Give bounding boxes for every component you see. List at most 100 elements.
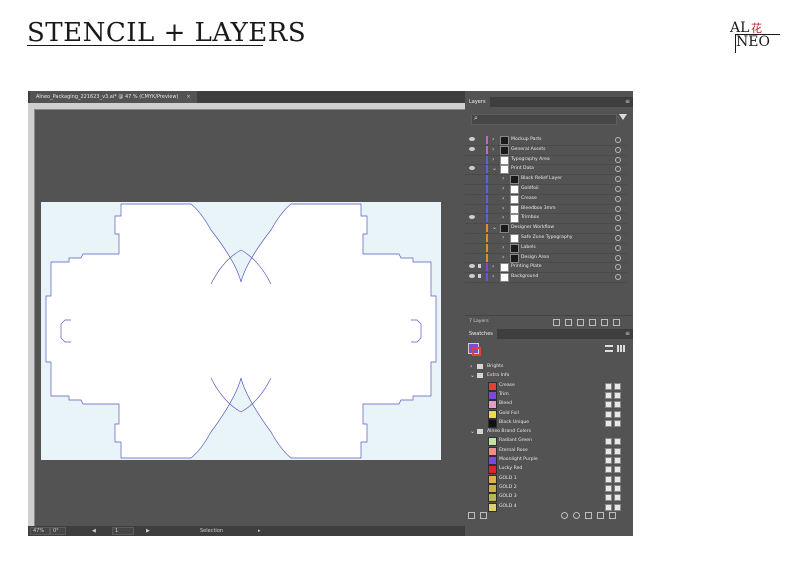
new-color-group-icon[interactable]	[585, 512, 592, 519]
artboard[interactable]	[41, 202, 441, 460]
swatches-menu-icon[interactable]: ≡	[625, 330, 630, 337]
delete-layer-icon[interactable]	[613, 319, 620, 326]
target-circle-icon[interactable]	[615, 146, 621, 153]
horizontal-ruler[interactable]	[28, 103, 465, 110]
swatch-row[interactable]: Moonlight Purple	[465, 455, 625, 465]
layer-search-input[interactable]: ⌕	[471, 114, 617, 125]
swatch-options-icon[interactable]	[573, 512, 580, 519]
expand-chevron-icon[interactable]: ›	[502, 253, 504, 263]
layer-name[interactable]: Design Area	[521, 253, 549, 263]
swatch-row[interactable]: GOLD 3	[465, 492, 625, 503]
target-circle-icon[interactable]	[615, 186, 621, 192]
target-circle-icon[interactable]	[615, 225, 621, 232]
visibility-eye-icon[interactable]	[469, 215, 475, 220]
expand-chevron-icon[interactable]: ›	[502, 174, 504, 184]
target-circle-icon[interactable]	[615, 274, 621, 281]
expand-chevron-icon[interactable]: ›	[470, 362, 472, 371]
swatch-row[interactable]: Radiant Green	[465, 436, 625, 447]
artboard-number-field[interactable]: 1	[112, 527, 134, 535]
status-menu-icon[interactable]: ▸	[258, 526, 261, 536]
expand-chevron-icon[interactable]: ›	[502, 204, 504, 214]
new-sublayer-icon[interactable]	[577, 319, 584, 326]
prev-artboard-icon[interactable]: ◀	[92, 526, 98, 536]
layer-name[interactable]: Designer Workflow	[511, 223, 554, 233]
new-layer-icon[interactable]	[589, 319, 596, 326]
place-swatches-icon[interactable]	[480, 512, 487, 519]
lock-icon[interactable]	[478, 264, 481, 269]
swatch-row[interactable]: GOLD 1	[465, 474, 625, 484]
collect-for-export-icon[interactable]	[601, 319, 608, 326]
target-circle-icon[interactable]	[615, 176, 621, 183]
layer-name[interactable]: Print Data	[511, 164, 534, 174]
target-circle-icon[interactable]	[615, 156, 621, 163]
layer-row[interactable]: › Background	[465, 272, 627, 283]
delete-swatch-icon[interactable]	[609, 512, 616, 519]
expand-chevron-icon[interactable]: ›	[492, 135, 494, 145]
vertical-ruler[interactable]	[28, 109, 35, 526]
expand-chevron-icon[interactable]: ⌄	[492, 164, 497, 174]
swatch-row[interactable]: Lucky Red	[465, 464, 625, 475]
target-circle-icon[interactable]	[615, 235, 621, 241]
expand-chevron-icon[interactable]: ⌄	[492, 223, 497, 233]
locate-object-icon[interactable]	[553, 319, 560, 326]
visibility-eye-icon[interactable]	[469, 137, 475, 141]
expand-chevron-icon[interactable]: ›	[502, 233, 504, 243]
layer-name[interactable]: Bleedbox 3mm	[521, 204, 556, 214]
layer-name[interactable]: General Assets	[511, 145, 546, 155]
expand-chevron-icon[interactable]: ›	[492, 155, 494, 165]
layer-name[interactable]: Mockup Parts	[511, 135, 542, 145]
layer-name[interactable]: Safe Zone Typography	[521, 233, 573, 243]
swatches-tab[interactable]: Swatches	[465, 329, 497, 339]
visibility-eye-icon[interactable]	[469, 146, 475, 151]
layer-name[interactable]: Black Relief Layer	[521, 174, 562, 184]
layer-name[interactable]: Trimbox	[521, 213, 539, 223]
next-artboard-icon[interactable]: ▶	[146, 526, 150, 536]
expand-chevron-icon[interactable]: ›	[502, 194, 504, 204]
swatch-row[interactable]: GOLD 2	[465, 483, 625, 493]
stroke-swatch[interactable]	[472, 347, 481, 356]
target-circle-icon[interactable]	[615, 137, 621, 143]
list-view-icon[interactable]	[605, 345, 613, 352]
visibility-eye-icon[interactable]	[469, 264, 475, 269]
layer-name[interactable]: Labels	[521, 243, 536, 253]
packaging-dieline[interactable]	[41, 202, 441, 460]
swatch-group-row[interactable]: ⌄ Alneo Brand Colors	[465, 427, 625, 436]
close-tab-icon[interactable]: ×	[186, 94, 190, 100]
target-circle-icon[interactable]	[615, 264, 621, 271]
swatch-group-row[interactable]: › Brights	[465, 362, 625, 371]
target-circle-icon[interactable]	[615, 254, 621, 261]
expand-chevron-icon[interactable]: ›	[492, 262, 494, 272]
status-tool-label[interactable]: Selection	[200, 526, 223, 536]
swatch-row[interactable]: Bleed	[465, 399, 625, 410]
new-swatch-icon[interactable]	[597, 512, 604, 519]
swatch-row[interactable]: Crease	[465, 381, 625, 391]
rotation-field[interactable]: 0°	[50, 527, 66, 535]
canvas[interactable]	[35, 110, 465, 526]
expand-chevron-icon[interactable]: ›	[492, 145, 494, 155]
expand-chevron-icon[interactable]: ›	[502, 243, 504, 253]
swatch-libraries-icon[interactable]	[468, 512, 475, 519]
show-swatch-kinds-icon[interactable]	[561, 512, 568, 519]
document-tab[interactable]: Alneo_Packaging_221623_v3.ai* @ 47 % (CM…	[30, 91, 197, 103]
visibility-eye-icon[interactable]	[469, 274, 475, 279]
visibility-eye-icon[interactable]	[469, 166, 475, 171]
swatch-group-row[interactable]: ⌄ Extra Info	[465, 371, 625, 380]
expand-chevron-icon[interactable]: ⌄	[470, 427, 475, 436]
layers-tab[interactable]: Layers	[465, 97, 490, 107]
layer-name[interactable]: Typography Area	[511, 155, 550, 165]
expand-chevron-icon[interactable]: ›	[502, 184, 504, 194]
layer-name[interactable]: Background	[511, 272, 538, 282]
zoom-field[interactable]: 47%	[30, 527, 50, 535]
target-circle-icon[interactable]	[615, 244, 621, 251]
target-circle-icon[interactable]	[615, 205, 621, 212]
swatch-row[interactable]: Trim	[465, 390, 625, 400]
swatch-row[interactable]: Black Unique	[465, 418, 625, 428]
grid-view-icon[interactable]	[617, 345, 625, 352]
layers-menu-icon[interactable]: ≡	[625, 98, 630, 105]
expand-chevron-icon[interactable]: ›	[492, 272, 494, 282]
target-circle-icon[interactable]	[615, 195, 621, 202]
layer-name[interactable]: Crease	[521, 194, 537, 204]
filter-icon[interactable]	[619, 114, 627, 120]
swatch-row[interactable]: Eternal Rose	[465, 446, 625, 456]
target-circle-icon[interactable]	[615, 215, 621, 222]
